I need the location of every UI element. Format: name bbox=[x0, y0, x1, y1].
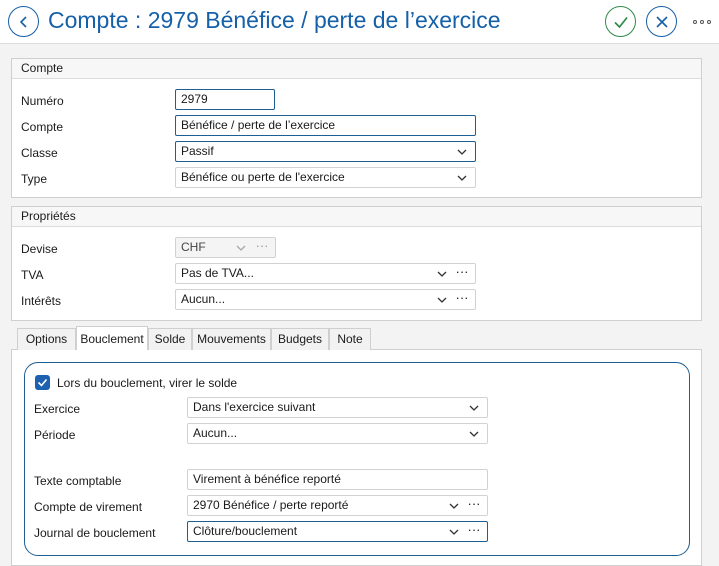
window-header: Compte : 2979 Bénéfice / perte de l’exer… bbox=[0, 0, 719, 44]
proprietes-group-heading: Propriétés bbox=[12, 207, 701, 227]
tva-label: TVA bbox=[21, 268, 44, 282]
compte-virement-select[interactable]: 2970 Bénéfice / perte reporté ··· bbox=[187, 495, 488, 516]
chevron-left-icon bbox=[19, 15, 27, 28]
type-value: Bénéfice ou perte de l'exercice bbox=[181, 170, 345, 184]
devise-more-button[interactable]: ··· bbox=[252, 238, 272, 257]
compte-label: Compte bbox=[21, 120, 64, 134]
classe-label: Classe bbox=[21, 146, 58, 160]
check-icon bbox=[613, 16, 628, 28]
virer-solde-label: Lors du bouclement, virer le solde bbox=[57, 376, 238, 390]
classe-value: Passif bbox=[181, 144, 214, 158]
compte-group-heading: Compte bbox=[12, 59, 701, 79]
tva-select[interactable]: Pas de TVA... ··· bbox=[175, 263, 476, 284]
devise-label: Devise bbox=[21, 242, 58, 256]
tab-solde[interactable]: Solde bbox=[148, 328, 192, 350]
tab-note[interactable]: Note bbox=[329, 328, 371, 350]
chevron-down-icon[interactable] bbox=[468, 402, 480, 414]
check-icon bbox=[37, 378, 48, 387]
exercice-select[interactable]: Dans l'exercice suivant bbox=[187, 397, 488, 418]
compte-input[interactable]: Bénéfice / perte de l’exercice bbox=[175, 115, 476, 136]
chevron-down-icon[interactable] bbox=[456, 146, 468, 158]
more-options-button[interactable] bbox=[688, 12, 716, 32]
chevron-down-icon[interactable] bbox=[436, 294, 448, 306]
journal-select[interactable]: Clôture/bouclement ··· bbox=[187, 521, 488, 542]
exercice-value: Dans l'exercice suivant bbox=[193, 400, 316, 414]
tab-bouclement[interactable]: Bouclement bbox=[76, 326, 148, 350]
devise-select[interactable]: CHF ··· bbox=[175, 237, 276, 258]
virer-solde-checkbox[interactable] bbox=[35, 375, 50, 390]
journal-label: Journal de bouclement bbox=[34, 526, 156, 540]
chevron-down-icon[interactable] bbox=[448, 500, 460, 512]
more-horizontal-icon bbox=[700, 20, 704, 24]
exercice-label: Exercice bbox=[34, 402, 81, 416]
numero-input[interactable]: 2979 bbox=[175, 89, 275, 110]
chevron-down-icon[interactable] bbox=[468, 428, 480, 440]
chevron-down-icon[interactable] bbox=[436, 268, 448, 280]
interets-label: Intérêts bbox=[21, 294, 62, 308]
interets-more-button[interactable]: ··· bbox=[452, 290, 472, 309]
tva-more-button[interactable]: ··· bbox=[452, 264, 472, 283]
devise-value: CHF bbox=[181, 240, 206, 254]
periode-select[interactable]: Aucun... bbox=[187, 423, 488, 444]
tva-value: Pas de TVA... bbox=[181, 266, 254, 280]
back-button[interactable] bbox=[8, 6, 39, 37]
tab-mouvements[interactable]: Mouvements bbox=[192, 328, 271, 350]
tab-options[interactable]: Options bbox=[17, 328, 76, 350]
texte-comptable-label: Texte comptable bbox=[34, 474, 122, 488]
journal-value: Clôture/bouclement bbox=[193, 524, 298, 538]
chevron-down-icon[interactable] bbox=[448, 526, 460, 538]
periode-label: Période bbox=[34, 428, 76, 442]
page-title: Compte : 2979 Bénéfice / perte de l’exer… bbox=[48, 7, 501, 33]
compte-virement-value: 2970 Bénéfice / perte reporté bbox=[193, 498, 349, 512]
more-horizontal-icon bbox=[707, 20, 711, 24]
interets-value: Aucun... bbox=[181, 292, 226, 306]
chevron-down-icon[interactable] bbox=[456, 172, 468, 184]
type-select[interactable]: Bénéfice ou perte de l'exercice bbox=[175, 167, 476, 188]
journal-more-button[interactable]: ··· bbox=[464, 522, 484, 541]
type-label: Type bbox=[21, 172, 48, 186]
cancel-button[interactable] bbox=[646, 6, 677, 37]
periode-value: Aucun... bbox=[193, 426, 238, 440]
compte-virement-label: Compte de virement bbox=[34, 500, 143, 514]
close-icon bbox=[655, 15, 668, 28]
tab-budgets[interactable]: Budgets bbox=[271, 328, 329, 350]
chevron-down-icon[interactable] bbox=[235, 242, 247, 254]
compte-virement-more-button[interactable]: ··· bbox=[464, 496, 484, 515]
interets-select[interactable]: Aucun... ··· bbox=[175, 289, 476, 310]
classe-select[interactable]: Passif bbox=[175, 141, 476, 162]
confirm-button[interactable] bbox=[605, 6, 636, 37]
more-horizontal-icon bbox=[693, 20, 697, 24]
texte-comptable-input[interactable]: Virement à bénéfice reporté bbox=[187, 469, 488, 490]
numero-label: Numéro bbox=[21, 94, 64, 108]
